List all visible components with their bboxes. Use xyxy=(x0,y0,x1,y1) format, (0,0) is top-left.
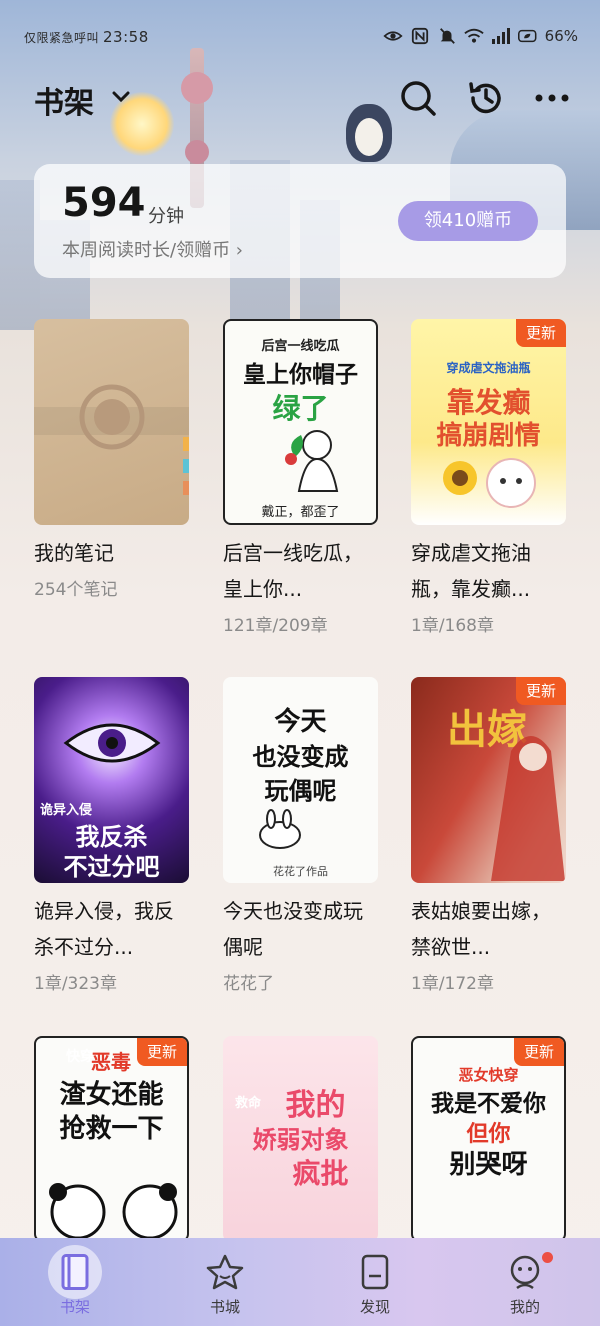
book-icon xyxy=(361,1254,389,1290)
cover-text: 疯批 xyxy=(292,1157,349,1190)
top-app-bar: 书架 xyxy=(0,78,600,138)
cover-text: 诡异入侵 xyxy=(40,803,93,818)
cover-text: 不过分吧 xyxy=(63,853,160,881)
bride-figure-graphic xyxy=(491,736,565,881)
signal-icon xyxy=(491,28,510,44)
more-options-button[interactable] xyxy=(532,78,572,118)
cover-text: 玩偶呢 xyxy=(264,777,337,805)
nfc-icon xyxy=(411,27,428,45)
nav-label: 书架 xyxy=(59,1298,90,1316)
emergency-call-text: 仅限紧急呼叫 xyxy=(24,31,100,45)
cover-text: 搞崩剧情 xyxy=(436,421,541,451)
weekly-reading-card[interactable]: 594 分钟 本周阅读时长/领赠币 › 领410赠币 xyxy=(34,164,566,278)
eye-icon xyxy=(383,31,403,41)
nav-label: 书城 xyxy=(209,1298,240,1316)
status-bar: 仅限紧急呼叫 23:58 66% xyxy=(0,0,600,78)
nav-label: 发现 xyxy=(359,1298,390,1316)
bookshelf-icon xyxy=(48,1245,102,1299)
update-badge: 更新 xyxy=(514,1038,564,1066)
history-button[interactable] xyxy=(466,78,506,118)
book-cover: 恶女快穿 我是不爱你 但你 别哭呀 更新 xyxy=(411,1036,566,1242)
cover-text: 今天 xyxy=(274,707,327,737)
star-icon xyxy=(206,1254,244,1290)
cover-text: 恶女快穿 xyxy=(458,1066,519,1084)
cover-text: 也没变成 xyxy=(252,743,349,771)
shelf-item-title: 我的笔记 xyxy=(34,541,114,565)
bottom-navigation: 书架 书城 发现 我的 xyxy=(0,1238,600,1326)
shelf-item-meta: 花花了 xyxy=(223,974,274,994)
cover-text: 皇上你帽子 xyxy=(243,362,358,388)
cover-text: 别哭呀 xyxy=(449,1150,528,1180)
nav-bookshelf[interactable]: 书架 xyxy=(0,1238,150,1326)
shelf-item-meta: 121章/209章 xyxy=(223,616,328,636)
notebook-seal-icon xyxy=(79,384,145,450)
bunny-graphic xyxy=(259,809,301,849)
cover-text: 绿了 xyxy=(272,392,329,425)
cover-text: 后宫一线吃瓜 xyxy=(261,339,340,354)
sheep-graphic xyxy=(486,458,536,508)
book-cover: 快穿 恶毒 渣女还能 抢救一下 更新 xyxy=(34,1036,189,1242)
shelf-item-title: 后宫一线吃瓜，皇上你... xyxy=(223,541,363,601)
page-title[interactable]: 书架 xyxy=(34,78,94,122)
mute-bell-icon xyxy=(439,28,455,44)
shelf-item-title: 今天也没变成玩偶呢 xyxy=(223,899,363,959)
clock: 23:58 xyxy=(103,28,149,46)
shelf-item-title: 诡异入侵，我反杀不过分... xyxy=(34,899,174,959)
status-left: 仅限紧急呼叫 23:58 xyxy=(24,28,149,46)
reading-minutes-unit: 分钟 xyxy=(148,206,184,227)
update-badge: 更新 xyxy=(137,1038,187,1066)
cover-text: 渣女还能 xyxy=(59,1080,164,1110)
nav-profile[interactable]: 我的 xyxy=(450,1238,600,1326)
wifi-icon xyxy=(463,28,484,43)
battery-percent: 66% xyxy=(544,27,578,45)
cover-text: 我是不爱你 xyxy=(431,1091,546,1117)
reading-subtitle-link[interactable]: 本周阅读时长/领赠币 › xyxy=(62,236,243,262)
book-cover: 救命 我的 娇弱对象 疯批 xyxy=(223,1036,378,1242)
shelf-item-title: 表姑娘要出嫁，禁欲世... xyxy=(411,899,551,959)
claim-coins-button[interactable]: 领410赠币 xyxy=(398,201,538,241)
nav-bookstore[interactable]: 书城 xyxy=(150,1238,300,1326)
profile-icon xyxy=(510,1255,540,1290)
cover-text: 花花了作品 xyxy=(273,865,328,878)
cover-text: 抢救一下 xyxy=(59,1114,164,1144)
status-icons: 66% xyxy=(383,27,578,45)
shelf-item-title: 穿成虐文拖油瓶，靠发癫... xyxy=(411,541,531,601)
sunflower-graphic xyxy=(443,461,477,495)
book-cover: 诡异入侵 我反杀 不过分吧 xyxy=(34,677,189,883)
book-cover: 穿成虐文拖油瓶 靠发癫 搞崩剧情 更新 xyxy=(411,319,566,525)
cover-text: 娇弱对象 xyxy=(252,1126,349,1154)
book-cover: 今天 也没变成 玩偶呢 花花了作品 xyxy=(223,677,378,883)
nav-label: 我的 xyxy=(509,1298,540,1316)
book-cover: 出嫁 更新 xyxy=(411,677,566,883)
shelf-item-meta: 254个笔记 xyxy=(34,580,118,600)
shelf-item-meta: 1章/168章 xyxy=(411,616,494,636)
notification-dot xyxy=(542,1252,553,1263)
cartoon-figure-graphic xyxy=(285,430,339,492)
reading-minutes: 594 xyxy=(62,180,146,226)
cover-text: 我的 xyxy=(285,1088,346,1123)
cover-text: 穿成虐文拖油瓶 xyxy=(446,361,531,375)
chevron-down-icon[interactable] xyxy=(111,90,131,104)
shelf-item-meta: 1章/172章 xyxy=(411,974,494,994)
update-badge: 更新 xyxy=(516,677,566,705)
notes-cover xyxy=(34,319,189,525)
nav-discover[interactable]: 发现 xyxy=(300,1238,450,1326)
shelf-item-meta: 1章/323章 xyxy=(34,974,117,994)
update-badge: 更新 xyxy=(516,319,566,347)
book-cover: 后宫一线吃瓜 皇上你帽子 绿了 戴正，都歪了 xyxy=(223,319,378,525)
panda-graphic xyxy=(49,1183,178,1238)
eye-graphic xyxy=(63,723,161,763)
battery-saver-icon xyxy=(517,29,537,43)
search-button[interactable] xyxy=(398,78,438,118)
cover-text: 戴正，都歪了 xyxy=(261,505,340,520)
